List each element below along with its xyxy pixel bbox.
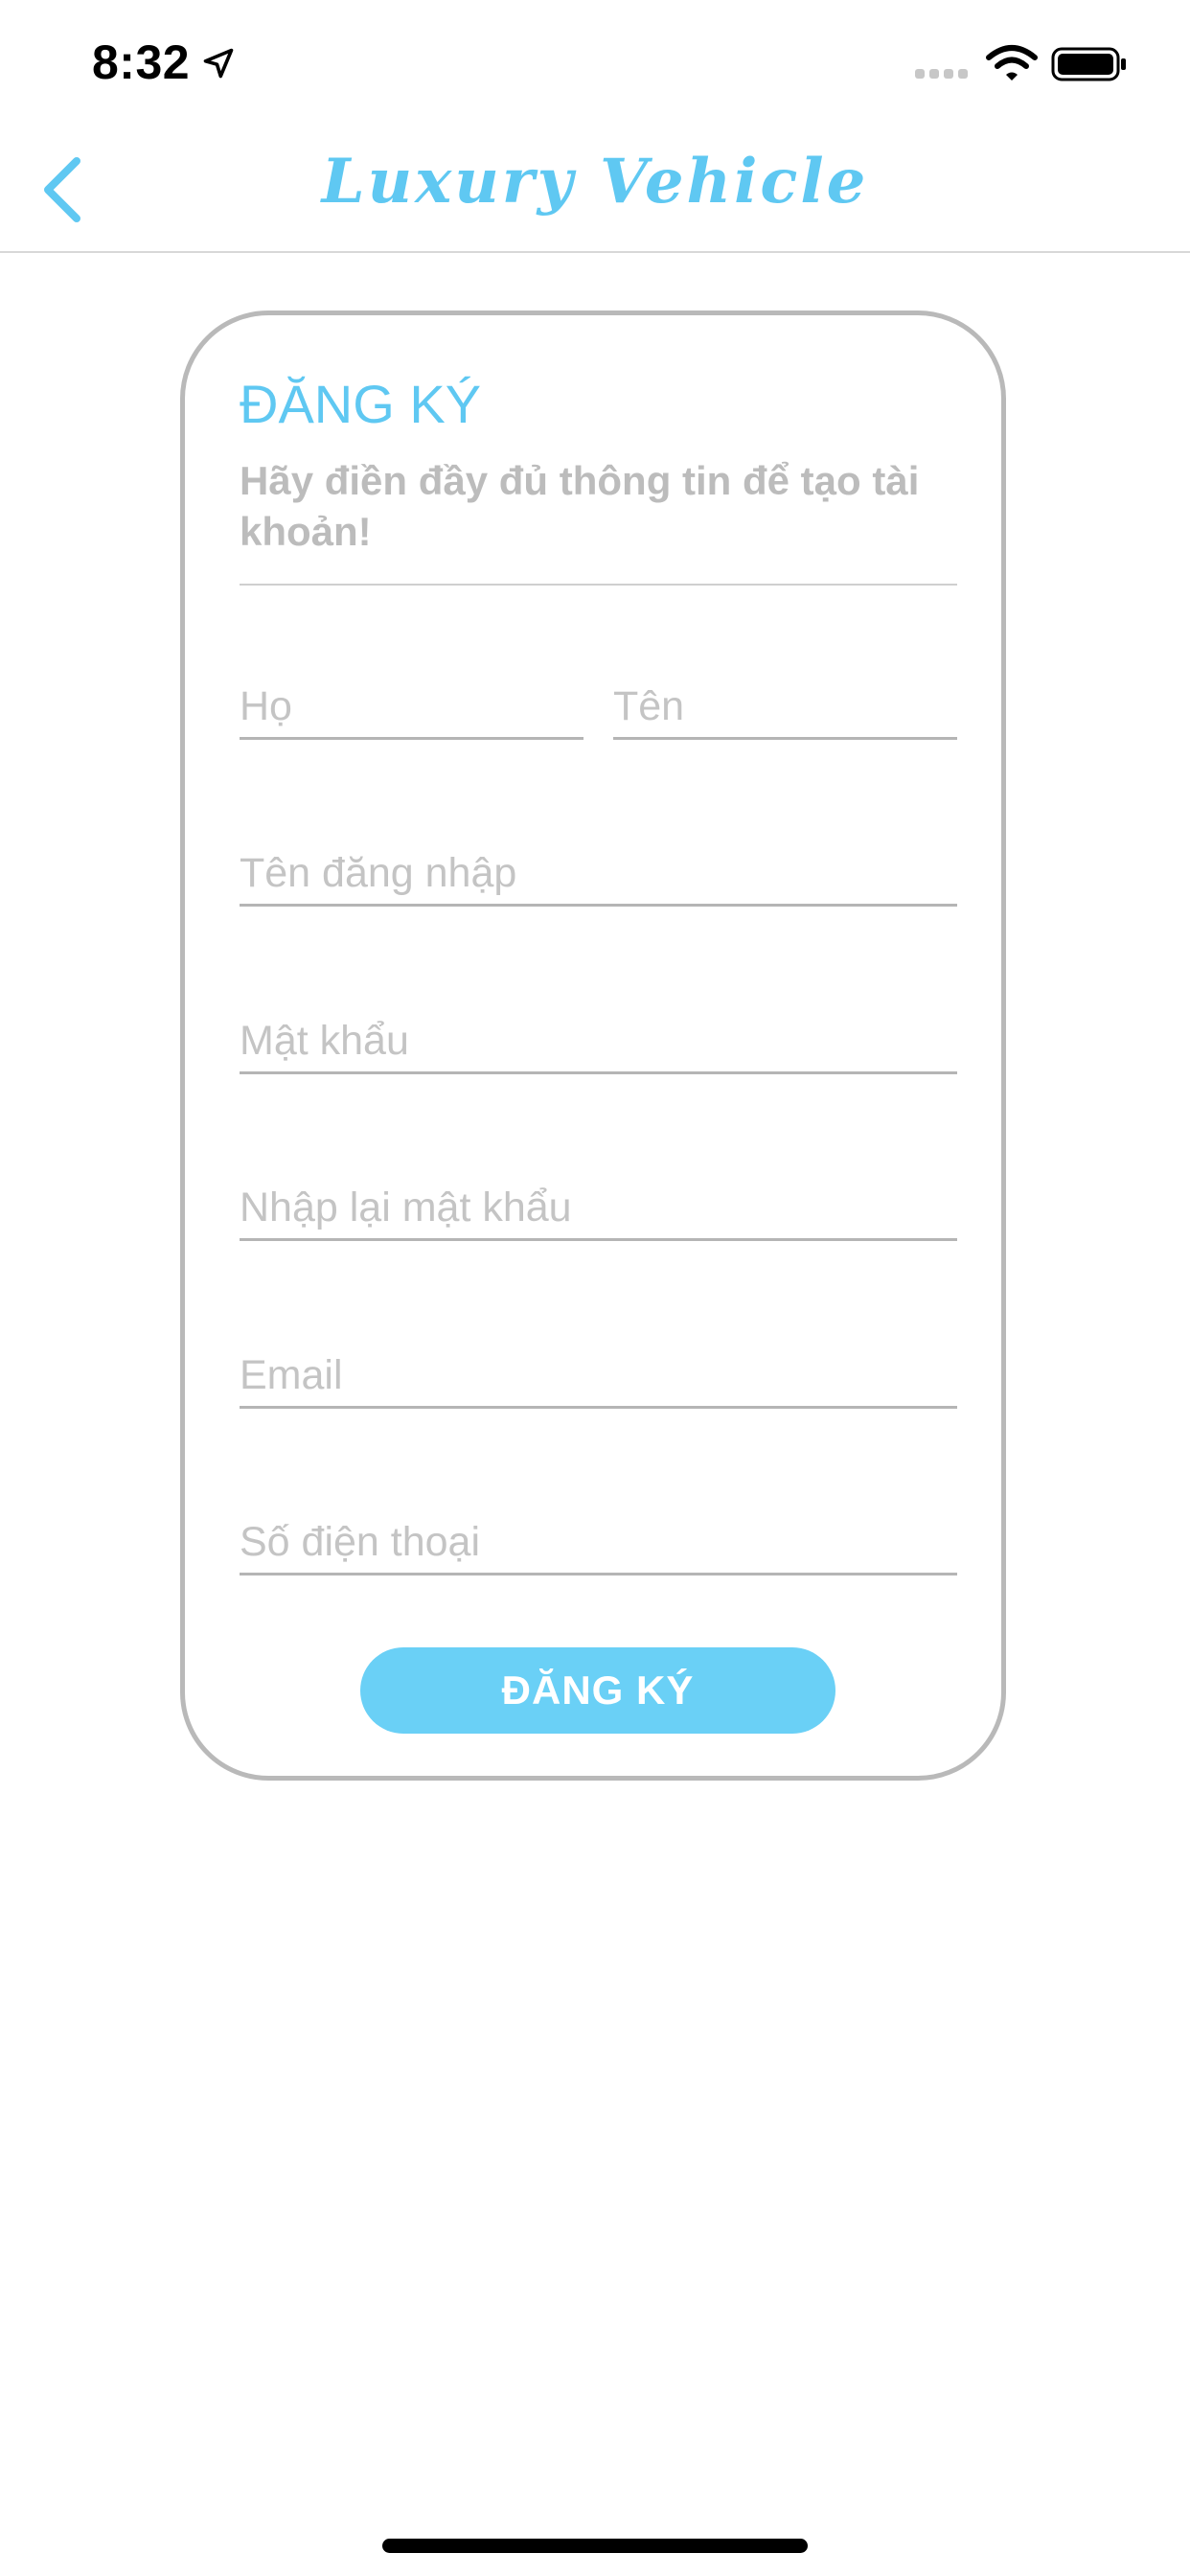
confirm-password-field [240, 1177, 957, 1241]
phone-input[interactable] [240, 1511, 957, 1573]
last-name-input[interactable] [240, 676, 584, 737]
password-field [240, 1010, 957, 1074]
wifi-icon [986, 45, 1038, 80]
username-input[interactable] [240, 842, 957, 904]
card-heading: ĐĂNG KÝ [240, 374, 482, 434]
email-input[interactable] [240, 1345, 957, 1406]
phone-field [240, 1511, 957, 1576]
status-bar: 8:32 [0, 0, 1190, 125]
first-name-field [613, 676, 957, 740]
divider [240, 584, 957, 586]
register-card: ĐĂNG KÝ Hãy điền đầy đủ thông tin để tạo… [180, 310, 1006, 1781]
password-input[interactable] [240, 1010, 957, 1071]
email-field [240, 1345, 957, 1409]
username-field [240, 842, 957, 907]
register-button[interactable]: ĐĂNG KÝ [360, 1647, 835, 1734]
first-name-input[interactable] [613, 676, 957, 737]
app-title: Luxury Vehicle [321, 146, 869, 218]
home-indicator[interactable] [382, 2539, 808, 2553]
location-arrow-icon [203, 48, 234, 79]
confirm-password-input[interactable] [240, 1177, 957, 1238]
signal-dots-icon [915, 69, 968, 79]
status-time: 8:32 [92, 35, 191, 89]
last-name-field [240, 676, 584, 740]
navigation-bar: Luxury Vehicle [0, 125, 1190, 253]
card-subtitle: Hãy điền đầy đủ thông tin để tạo tài kho… [240, 458, 920, 554]
battery-icon [1051, 47, 1126, 81]
